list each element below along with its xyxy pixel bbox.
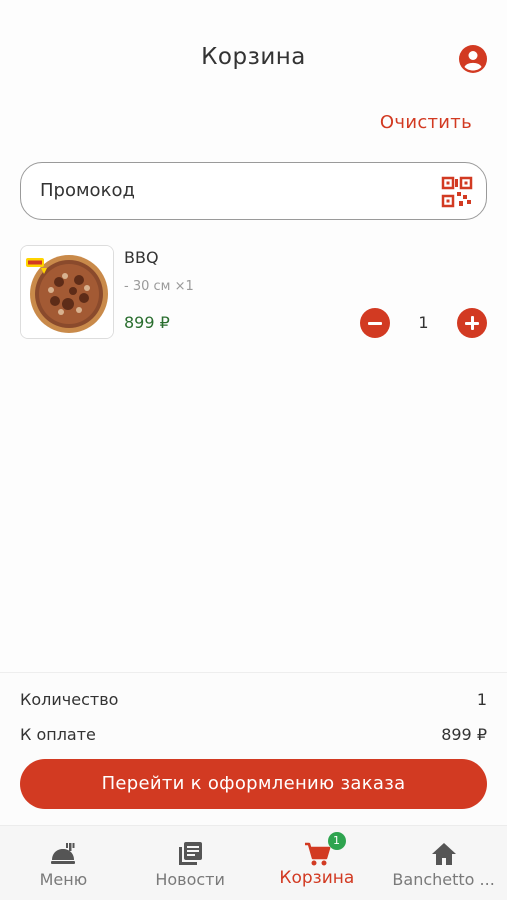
menu-dish-icon bbox=[51, 843, 76, 864]
count-value: 1 bbox=[476, 690, 487, 709]
pizza-image bbox=[21, 246, 113, 338]
product-price: 899 ₽ bbox=[124, 313, 170, 332]
cart-icon bbox=[304, 842, 331, 866]
tab-home[interactable]: Banchetto ... bbox=[380, 826, 507, 900]
product-image[interactable] bbox=[20, 245, 114, 339]
tab-label: Banchetto ... bbox=[392, 870, 495, 889]
product-name: BBQ bbox=[124, 248, 159, 267]
order-summary: Количество 1 К оплате 899 ₽ Перейти к оф… bbox=[0, 672, 507, 825]
decrease-quantity-button[interactable] bbox=[360, 308, 390, 338]
tab-menu[interactable]: Меню bbox=[0, 826, 127, 900]
summary-count-row: Количество 1 bbox=[20, 690, 487, 709]
total-label: К оплате bbox=[20, 725, 96, 744]
profile-button[interactable] bbox=[459, 45, 487, 73]
promo-code-input[interactable]: Промокод bbox=[40, 180, 135, 201]
clear-cart-button[interactable]: Очистить bbox=[380, 112, 472, 133]
tab-cart[interactable]: 1 Корзина bbox=[254, 826, 381, 900]
promo-code-field[interactable]: Промокод bbox=[20, 162, 487, 220]
cart-item: BBQ - 30 см ×1 899 ₽ 1 bbox=[20, 245, 487, 340]
quantity-value: 1 bbox=[418, 313, 429, 332]
count-label: Количество bbox=[20, 690, 119, 709]
bottom-tab-bar: Меню Новости 1 Корзина Banchetto ... bbox=[0, 825, 507, 900]
increase-quantity-button[interactable] bbox=[457, 308, 487, 338]
news-icon bbox=[179, 842, 203, 865]
qr-code-icon bbox=[441, 176, 473, 208]
tab-news[interactable]: Новости bbox=[127, 826, 254, 900]
tab-label: Меню bbox=[39, 870, 88, 889]
tab-label: Новости bbox=[155, 870, 225, 889]
total-value: 899 ₽ bbox=[441, 725, 487, 744]
tab-label: Корзина bbox=[279, 868, 355, 888]
product-options: - 30 см ×1 bbox=[124, 279, 194, 294]
checkout-button[interactable]: Перейти к оформлению заказа bbox=[20, 759, 487, 809]
user-icon bbox=[459, 45, 487, 73]
page-title: Корзина bbox=[201, 44, 306, 70]
home-icon bbox=[431, 843, 456, 865]
qr-scan-button[interactable] bbox=[440, 175, 474, 209]
summary-total-row: К оплате 899 ₽ bbox=[20, 725, 487, 744]
cart-count-badge: 1 bbox=[327, 832, 346, 850]
header: Корзина bbox=[0, 0, 507, 110]
